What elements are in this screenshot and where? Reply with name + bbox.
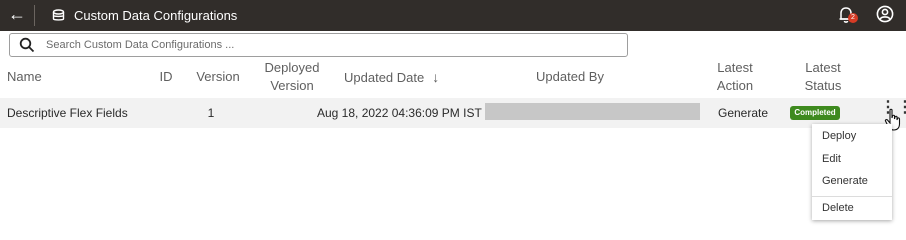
- sort-descending-icon[interactable]: ↓: [432, 68, 439, 86]
- column-header-latest-status-line2: Status: [804, 78, 842, 93]
- column-header-latest-action[interactable]: Latest Action: [710, 59, 760, 95]
- column-header-name[interactable]: Name: [7, 68, 42, 86]
- menu-item-delete[interactable]: Delete: [822, 202, 854, 214]
- menu-item-generate[interactable]: Generate: [822, 175, 868, 187]
- search-input[interactable]: [46, 36, 606, 53]
- column-header-id[interactable]: ID: [156, 68, 176, 86]
- column-header-latest-action-line2: Action: [716, 78, 754, 93]
- column-header-updated-date[interactable]: Updated Date ↓: [344, 68, 439, 87]
- user-avatar-icon[interactable]: [876, 5, 894, 23]
- cell-latest-action: Generate: [718, 106, 769, 120]
- search-icon: [19, 37, 35, 53]
- cell-updated-date: Aug 18, 2022 04:36:09 PM IST: [317, 106, 482, 120]
- row-actions-menu: Deploy Edit Generate Delete: [812, 124, 892, 220]
- column-header-updated-date-label: Updated Date: [344, 70, 425, 85]
- page-title: Custom Data Configurations: [74, 8, 238, 23]
- column-header-deployed-version-line2: Version: [270, 78, 314, 93]
- database-icon: [52, 9, 65, 21]
- status-badge: Completed: [790, 106, 840, 120]
- column-header-version[interactable]: Version: [192, 68, 244, 86]
- column-header-latest-action-line1: Latest: [717, 60, 753, 75]
- column-header-updated-by[interactable]: Updated By: [520, 68, 620, 86]
- cell-name[interactable]: Descriptive Flex Fields: [7, 106, 128, 120]
- column-header-latest-status[interactable]: Latest Status: [798, 59, 848, 95]
- search-field[interactable]: [9, 33, 628, 57]
- menu-item-deploy[interactable]: Deploy: [822, 130, 856, 142]
- menu-item-edit[interactable]: Edit: [822, 153, 841, 165]
- header-divider: [34, 5, 35, 26]
- column-header-latest-status-line1: Latest: [805, 60, 841, 75]
- column-header-deployed-version[interactable]: Deployed Version: [262, 59, 322, 95]
- notification-count-badge: 2: [848, 13, 858, 23]
- back-arrow-icon[interactable]: ←: [6, 4, 28, 26]
- app-header: ← Custom Data Configurations 2: [0, 0, 906, 31]
- menu-divider: [812, 196, 892, 197]
- column-header-deployed-version-line1: Deployed: [264, 60, 320, 75]
- cell-updated-by-redacted: [485, 103, 700, 120]
- cell-version: 1: [207, 106, 215, 120]
